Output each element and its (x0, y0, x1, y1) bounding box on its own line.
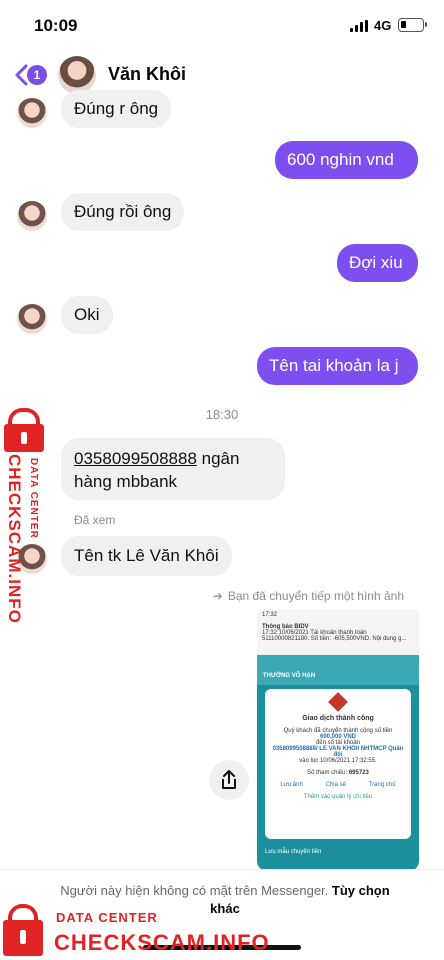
chat-header: 1 Văn Khôi (0, 52, 444, 98)
image-time: 17:32 (262, 612, 278, 618)
image-banner-text: THƯỞNG VÔ HẠN (263, 673, 316, 679)
image-notification: 17:32 Thông báo BIDV 17:32 10/06/2021 Tà… (257, 609, 419, 655)
watermark-text-small: DATA CENTER (56, 910, 158, 925)
receipt-ref: Số tham chiếu: 695723 (269, 770, 407, 776)
share-icon (222, 770, 236, 789)
contact-avatar-small[interactable] (17, 98, 47, 128)
receipt-account: 0358099508888/ LE VAN KHOI/ NHTMCP Quân … (272, 746, 404, 758)
lock-body-icon (4, 424, 44, 452)
watermark-bottom: DATA CENTER CHECKSCAM.INFO (0, 898, 300, 960)
bank-logo-icon (328, 692, 348, 712)
receipt-line: vào lúc 10/06/2021 17:32:55. (299, 758, 377, 764)
contact-avatar[interactable] (58, 56, 96, 94)
message-incoming[interactable]: 0358099508888 ngân hàng mbbank (61, 438, 285, 500)
network-label: 4G (374, 18, 392, 33)
unread-badge: 1 (27, 65, 47, 85)
receipt-actions: Lưu ảnh Chia sẻ Trang chủ (269, 782, 407, 788)
message-incoming[interactable]: Đúng r ông (61, 90, 172, 128)
watermark-side: DATA CENTER CHECKSCAM.INFO (0, 408, 48, 628)
message-outgoing[interactable]: 600 nghin vnd (275, 141, 418, 179)
receipt-action: Lưu ảnh (280, 782, 303, 788)
image-notification-text: 17:32 10/06/2021 Tài khoản thanh toán 51… (262, 630, 407, 642)
receipt-action: Trang chủ (368, 782, 396, 788)
contact-avatar-small[interactable] (17, 304, 47, 334)
receipt-link: Thêm vào quản lý chi tiêu (303, 794, 373, 800)
watermark-text-large: CHECKSCAM.INFO (54, 930, 270, 955)
image-footer-text: Lưu mẫu chuyển tiền (265, 849, 322, 855)
watermark-text-small: DATA CENTER (28, 458, 39, 539)
message-incoming[interactable]: Đúng rồi ông (61, 193, 185, 231)
battery-icon (398, 18, 427, 32)
forwarded-image[interactable]: 17:32 Thông báo BIDV 17:32 10/06/2021 Tà… (257, 609, 419, 871)
forward-arrow-icon: ➜ (212, 589, 223, 603)
message-outgoing[interactable]: Tên tai khoản la j (257, 347, 418, 385)
contact-avatar-small[interactable] (17, 201, 47, 231)
receipt-action: Chia sẻ (325, 782, 346, 788)
time-separator: 18:30 (205, 407, 239, 422)
lock-body-icon (3, 920, 43, 956)
image-banner: THƯỞNG VÔ HẠN (257, 655, 419, 685)
status-bar: 10:09 4G (0, 0, 444, 52)
phone-number-link[interactable]: 0358099508888 (74, 449, 197, 468)
unavailable-message: Người này hiện không có mặt trên Messeng… (60, 883, 329, 898)
image-receipt-card: Giao dịch thành công Quý khách đã chuyển… (265, 689, 411, 839)
message-incoming[interactable]: Tên tk Lê Văn Khôi (61, 536, 232, 576)
receipt-ref-label: Số tham chiếu: (307, 770, 348, 776)
message-incoming[interactable]: Oki (61, 296, 113, 334)
receipt-title: Giao dịch thành công (302, 715, 374, 722)
share-button[interactable] (209, 760, 249, 800)
receipt-ref-value: 695723 (348, 770, 369, 776)
message-outgoing[interactable]: Đợi xiu (337, 244, 418, 282)
forward-note: ➜ Bạn đã chuyển tiếp một hình ảnh (213, 589, 404, 603)
forward-note-text: Bạn đã chuyển tiếp một hình ảnh (227, 589, 404, 603)
signal-icon (350, 20, 370, 32)
seen-label: Đã xem (74, 513, 116, 527)
watermark-text-large: CHECKSCAM.INFO (5, 454, 24, 624)
status-time: 10:09 (34, 16, 78, 35)
contact-name[interactable]: Văn Khôi (108, 64, 186, 85)
